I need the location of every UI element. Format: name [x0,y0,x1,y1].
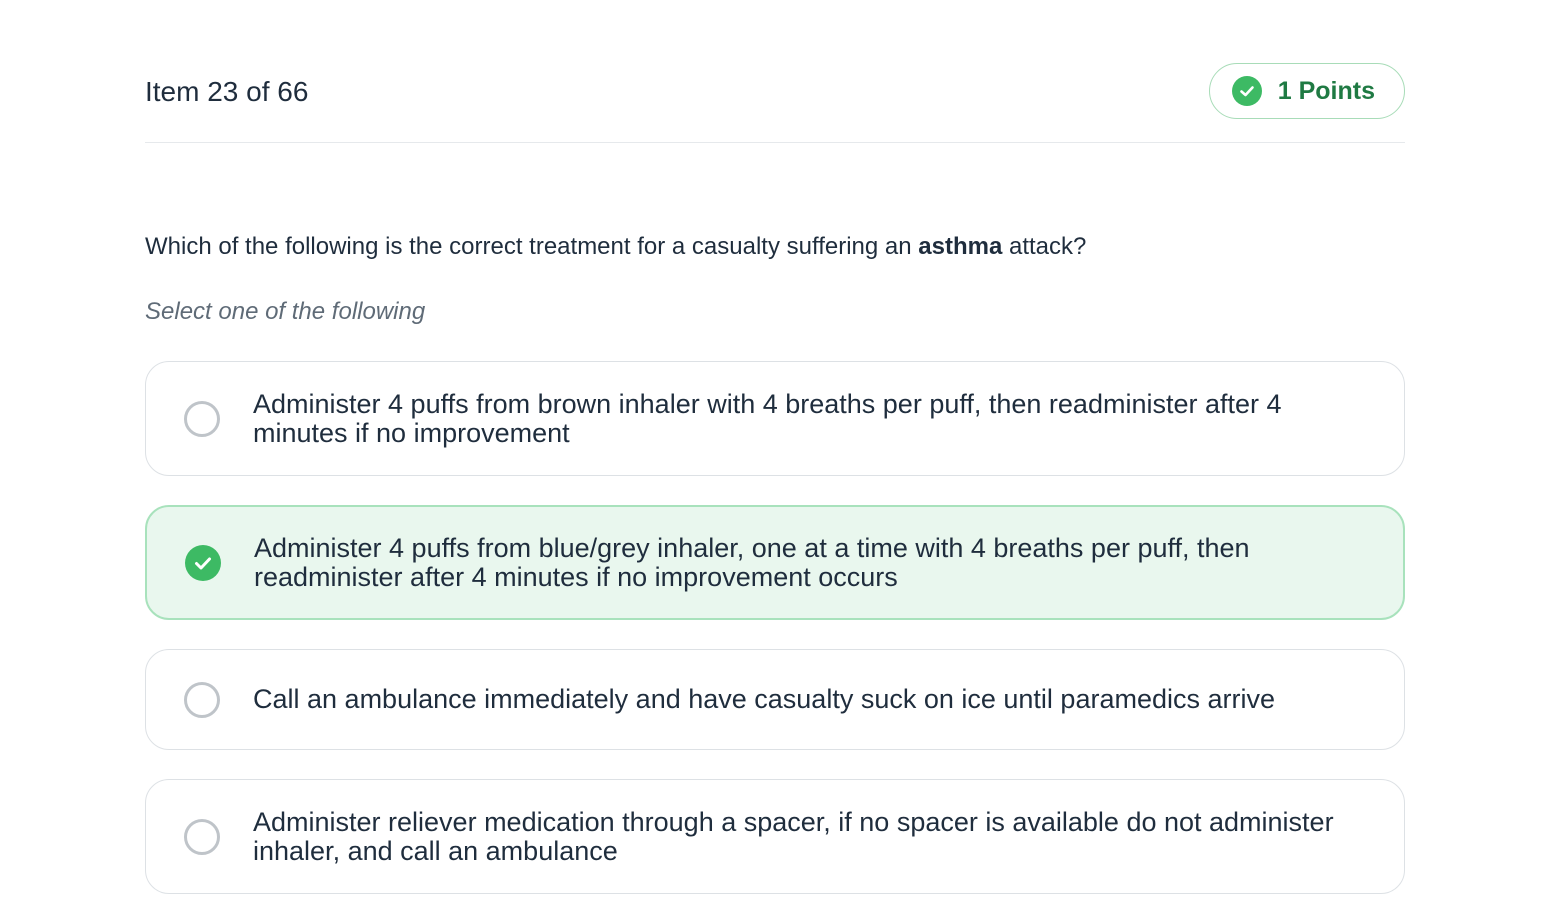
question-instruction: Select one of the following [145,298,426,325]
question-text-start: Which of the following is the correct tr… [145,233,919,260]
answer-option-2[interactable]: Administer 4 puffs from blue/grey inhale… [145,505,1405,620]
item-counter: Item 23 of 66 [145,76,309,107]
quiz-page: Item 23 of 66 1 Points Which of the foll… [0,0,1552,912]
question-text-end: attack? [1002,233,1087,260]
answer-option-label: Administer 4 puffs from blue/grey inhale… [254,532,1250,592]
check-circle-icon[interactable] [185,544,221,581]
answer-option-4[interactable]: Administer reliever medication through a… [145,779,1405,894]
question-header: Item 23 of 66 1 Points [145,62,1405,122]
question-keyword: asthma [918,233,1003,260]
radio-unselected-icon[interactable] [184,681,220,718]
question-text: Which of the following is the correct tr… [145,233,1086,261]
radio-unselected-icon[interactable] [184,400,220,437]
points-label: 1 Points [1277,76,1375,105]
answer-option-3[interactable]: Call an ambulance immediately and have c… [145,649,1405,750]
radio-unselected-icon[interactable] [184,818,220,855]
points-badge: 1 Points [1208,63,1405,119]
header-divider [145,142,1405,143]
answer-option-1[interactable]: Administer 4 puffs from brown inhaler wi… [145,361,1405,476]
answer-option-label: Administer reliever medication through a… [253,806,1334,866]
answer-option-label: Administer 4 puffs from brown inhaler wi… [253,388,1282,448]
check-circle-icon [1231,76,1262,106]
answer-option-label: Call an ambulance immediately and have c… [253,684,1276,714]
